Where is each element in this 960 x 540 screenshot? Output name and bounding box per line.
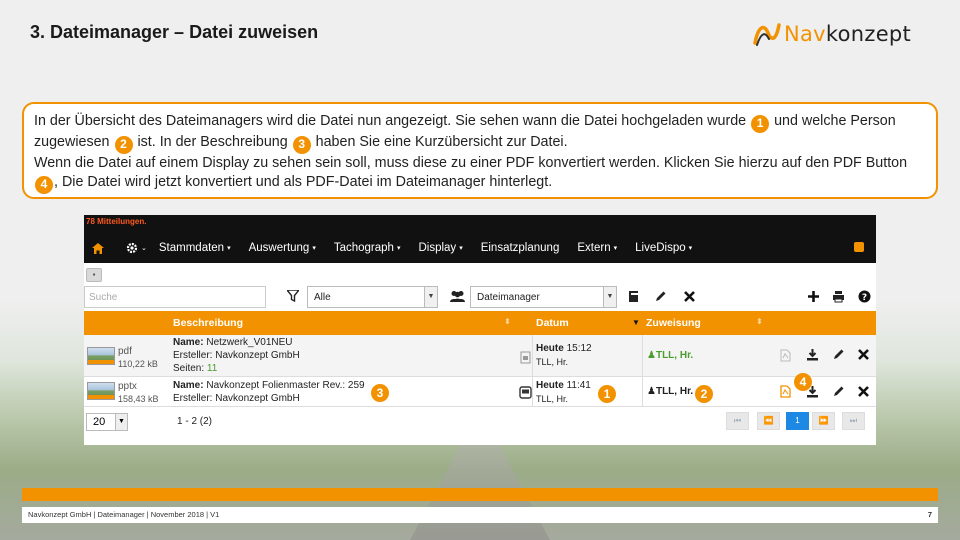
edit-pencil-icon[interactable] <box>832 348 845 361</box>
settings-menu[interactable]: ⌄ <box>126 242 147 254</box>
gear-icon <box>126 242 138 254</box>
file-thumbnail <box>87 382 115 400</box>
assignee-badge: ♟TLL, Hr. <box>647 386 694 397</box>
slide-footer: Navkonzept GmbH | Dateimanager | Novembe… <box>22 507 938 523</box>
menu-auswertung[interactable]: Auswertung ▾ <box>249 242 316 254</box>
table-row[interactable]: pptx 158,43 kB Name: Navkonzept Folienma… <box>84 377 876 407</box>
pdf-icon[interactable] <box>780 349 791 362</box>
file-icon[interactable] <box>627 290 640 303</box>
logo-mark-icon <box>753 23 781 46</box>
app-screenshot: 78 Mitteilungen. ⌄ Stammdaten ▾ Auswertun… <box>84 215 876 445</box>
document-icon <box>520 351 531 364</box>
group-select[interactable]: Dateimanager ▼ <box>470 286 617 308</box>
column-datum[interactable]: Datum <box>536 317 569 329</box>
file-thumbnail <box>87 347 115 365</box>
delete-icon[interactable] <box>683 290 696 303</box>
filter-icon <box>287 290 299 302</box>
first-page-button[interactable]: ⏮ <box>726 412 749 430</box>
menu-stammdaten[interactable]: Stammdaten ▾ <box>159 242 231 254</box>
messages-link[interactable]: 78 Mitteilungen. <box>86 217 146 226</box>
user-icon: ♟ <box>647 350 656 361</box>
edit-pencil-icon[interactable] <box>832 385 845 398</box>
column-zuweisung[interactable]: Zuweisung <box>646 317 701 329</box>
convert-pdf-icon[interactable] <box>780 385 791 398</box>
assignee-badge: ♟TLL, Hr. <box>647 350 694 361</box>
chevron-down-icon: ▼ <box>115 414 127 430</box>
filter-select[interactable]: Alle ▼ <box>307 286 438 308</box>
main-menu: ⌄ Stammdaten ▾ Auswertung ▾ Tachograph ▾ Di… <box>92 239 710 257</box>
menu-display[interactable]: Display ▾ <box>418 242 462 254</box>
folder-button[interactable]: ▪ <box>86 268 102 282</box>
marker-3: 3 <box>371 384 389 402</box>
display-icon <box>519 386 532 399</box>
page-button-current[interactable]: 1 <box>786 412 809 430</box>
marker-4: 4 <box>794 373 812 391</box>
chevron-down-icon: ▼ <box>424 287 437 307</box>
menu-extern[interactable]: Extern ▾ <box>577 242 617 254</box>
background-road <box>410 430 550 540</box>
page-size-select[interactable]: 20 ▼ <box>86 413 128 431</box>
secondary-toolbar: ▪ <box>84 263 876 285</box>
delete-icon[interactable] <box>857 348 870 361</box>
marker-2-badge: 2 <box>114 135 133 154</box>
instruction-callout: In der Übersicht des Dateimanagers wird … <box>22 102 938 199</box>
sort-desc-icon[interactable]: ▼ <box>632 318 640 327</box>
print-icon[interactable] <box>832 290 845 303</box>
download-icon[interactable] <box>806 348 819 361</box>
marker-2: 2 <box>695 385 713 403</box>
page-number: 7 <box>927 510 932 519</box>
svg-text:?: ? <box>862 293 867 303</box>
marker-3-badge: 3 <box>292 135 311 154</box>
home-icon[interactable] <box>92 242 104 254</box>
search-input[interactable]: Suche <box>84 286 266 308</box>
plugin-icon[interactable] <box>854 242 864 252</box>
pagination: 20 ▼ 1 - 2 (2) ⏮ ⏪ 1 ⏩ ⏭ <box>84 411 876 437</box>
table-row[interactable]: pdf 110,22 kB Name: Netzwerk_V01NEU Erst… <box>84 335 876 377</box>
table-header: Beschreibung ⬍ Datum ▼ Zuweisung ⬍ <box>84 311 876 335</box>
footer-accent-bar <box>22 488 938 501</box>
user-icon: ♟ <box>647 386 656 397</box>
marker-1-badge: 1 <box>751 114 770 133</box>
chevron-down-icon: ▾ <box>459 245 463 252</box>
chevron-down-icon: ▾ <box>396 245 401 252</box>
marker-4-badge: 4 <box>35 175 53 194</box>
chevron-down-icon: ▾ <box>688 245 693 252</box>
filter-toolbar: Suche Alle ▼ Dateimanager ▼ ? <box>84 285 876 311</box>
chevron-down-icon: ▾ <box>613 245 618 252</box>
pager-range: 1 - 2 (2) <box>177 416 213 427</box>
column-beschreibung[interactable]: Beschreibung <box>173 317 243 329</box>
next-page-button[interactable]: ⏩ <box>812 412 835 430</box>
menu-tachograph[interactable]: Tachograph ▾ <box>334 242 401 254</box>
delete-icon[interactable] <box>857 385 870 398</box>
navkonzept-logo: Navkonzept <box>752 18 942 50</box>
marker-1: 1 <box>598 385 616 403</box>
chevron-down-icon: ▾ <box>312 245 316 252</box>
chevron-down-icon: ▾ <box>227 245 231 252</box>
chevron-down-icon: ⌄ <box>141 245 147 252</box>
slide-title: 3. Dateimanager – Datei zuweisen <box>30 22 319 42</box>
menu-livedispo[interactable]: LiveDispo ▾ <box>635 242 692 254</box>
prev-page-button[interactable]: ⏪ <box>757 412 780 430</box>
users-icon <box>450 291 465 302</box>
menu-einsatzplanung[interactable]: Einsatzplanung <box>481 242 560 254</box>
help-icon[interactable]: ? <box>858 290 871 303</box>
sort-icon[interactable]: ⬍ <box>504 317 511 326</box>
last-page-button[interactable]: ⏭ <box>842 412 865 430</box>
add-icon[interactable] <box>807 290 820 303</box>
edit-pencil-icon[interactable] <box>654 290 667 303</box>
chevron-down-icon: ▼ <box>603 287 616 307</box>
sort-icon[interactable]: ⬍ <box>756 317 763 326</box>
top-navbar: 78 Mitteilungen. ⌄ Stammdaten ▾ Auswertun… <box>84 215 876 263</box>
